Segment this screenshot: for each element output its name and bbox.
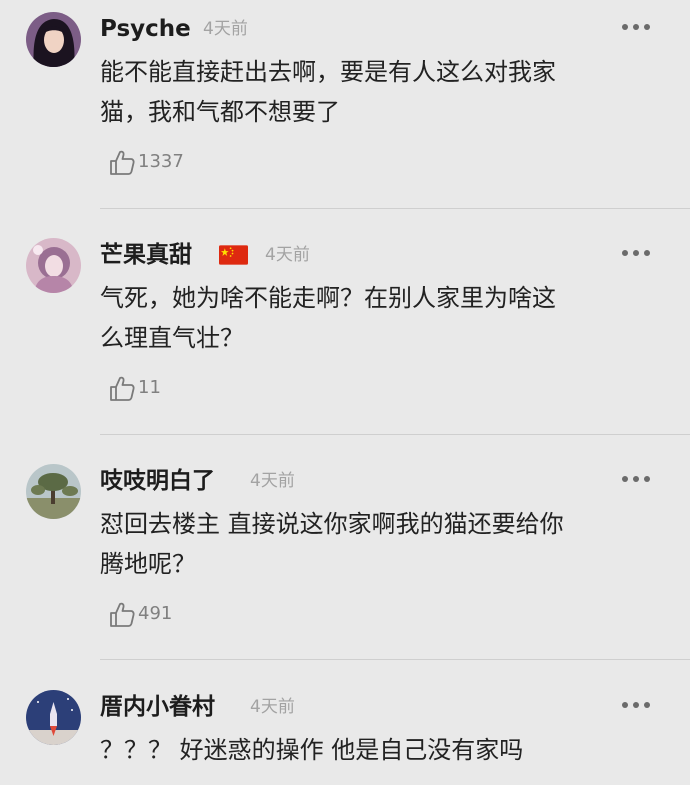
avatar[interactable] — [26, 238, 81, 293]
like-button[interactable]: 11 — [108, 372, 161, 404]
avatar[interactable] — [26, 12, 81, 67]
comment-text: ？？？ 好迷惑的操作 他是自己没有家吗 — [100, 730, 660, 770]
username[interactable]: 芒果真甜 — [100, 240, 192, 270]
more-dots-icon[interactable] — [622, 476, 650, 484]
china-flag-icon — [219, 245, 248, 265]
comment-text-line: 能不能直接赶出去啊，要是有人这么对我家 — [100, 58, 556, 86]
username[interactable]: 吱吱明白了 — [100, 466, 215, 496]
comment-text-line: 么理直气壮？ — [100, 324, 244, 352]
more-dots-icon[interactable] — [622, 702, 650, 710]
like-button[interactable]: 1337 — [108, 146, 184, 178]
like-count: 11 — [138, 377, 161, 398]
like-count: 491 — [138, 603, 173, 624]
username[interactable]: 厝内小眷村 — [100, 692, 215, 722]
timestamp: 4天前 — [265, 245, 310, 265]
username[interactable]: Psyche — [100, 14, 191, 44]
timestamp: 4天前 — [250, 471, 295, 491]
avatar[interactable] — [26, 464, 81, 519]
comment-text-line: 猫，我和气都不想要了 — [100, 98, 340, 126]
thumbs-up-icon — [110, 150, 135, 175]
comment-text-line: ？？？ 好迷惑的操作 他是自己没有家吗 — [100, 736, 524, 764]
comment-text: 怼回去楼主 直接说这你家啊我的猫还要给你 腾地呢？ — [100, 504, 660, 584]
like-button[interactable]: 491 — [108, 598, 172, 630]
more-dots-icon[interactable] — [622, 250, 650, 258]
divider — [100, 659, 690, 660]
like-count: 1337 — [138, 151, 184, 172]
comment-text: 能不能直接赶出去啊，要是有人这么对我家 猫，我和气都不想要了 — [100, 52, 660, 132]
thumbs-up-icon — [110, 376, 135, 401]
comment-feed: Psyche 4天前 能不能直接赶出去啊，要是有人这么对我家 猫，我和气都不想要… — [0, 0, 690, 785]
comment-text-line: 气死，她为啥不能走啊？在别人家里为啥这 — [100, 284, 556, 312]
comment-text-line: 腾地呢？ — [100, 550, 196, 578]
divider — [100, 434, 690, 435]
comment-text: 气死，她为啥不能走啊？在别人家里为啥这 么理直气壮？ — [100, 278, 660, 358]
avatar[interactable] — [26, 690, 81, 745]
divider — [100, 208, 690, 209]
more-dots-icon[interactable] — [622, 24, 650, 32]
comment-text-line: 怼回去楼主 直接说这你家啊我的猫还要给你 — [100, 510, 564, 538]
timestamp: 4天前 — [203, 19, 248, 39]
timestamp: 4天前 — [250, 697, 295, 717]
thumbs-up-icon — [110, 602, 135, 627]
